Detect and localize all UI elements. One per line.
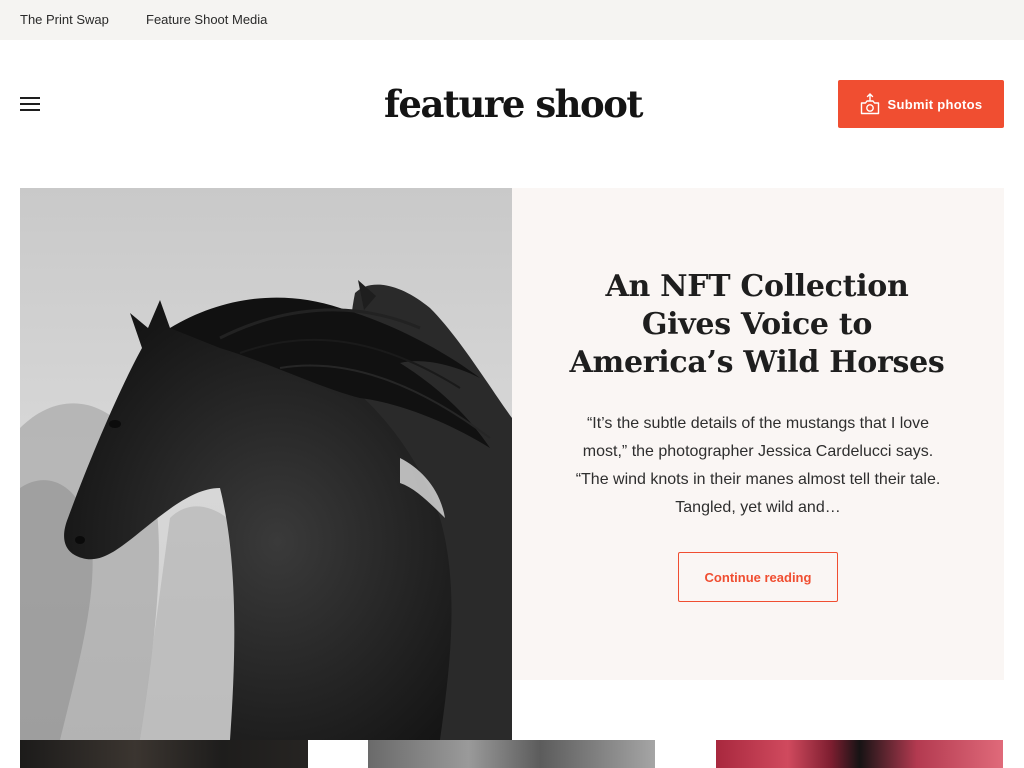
article-thumbnail[interactable]: [20, 740, 308, 768]
article-thumbnail[interactable]: [716, 740, 1003, 768]
hamburger-menu-icon[interactable]: [20, 96, 40, 112]
submit-photos-button[interactable]: Submit photos: [838, 80, 1004, 128]
camera-upload-icon: [860, 93, 879, 115]
topbar-link-print-swap[interactable]: The Print Swap: [20, 12, 109, 28]
submit-photos-label: Submit photos: [887, 96, 983, 112]
menu-line: [20, 103, 40, 105]
hero-article-panel: An NFT Collection Gives Voice to America…: [512, 188, 1004, 680]
site-logo[interactable]: feature shoot: [368, 80, 658, 128]
hero-article-title[interactable]: An NFT Collection Gives Voice to America…: [567, 268, 947, 382]
top-utility-bar: The Print Swap Feature Shoot Media: [0, 0, 1024, 40]
menu-line: [20, 109, 40, 111]
menu-line: [20, 97, 40, 99]
article-thumbnail[interactable]: [368, 740, 655, 768]
hero-article-excerpt: “It’s the subtle details of the mustangs…: [575, 415, 941, 516]
continue-reading-button[interactable]: Continue reading: [678, 552, 838, 602]
topbar-link-feature-shoot-media[interactable]: Feature Shoot Media: [146, 12, 267, 28]
hero-image-wild-horses[interactable]: [20, 188, 512, 740]
